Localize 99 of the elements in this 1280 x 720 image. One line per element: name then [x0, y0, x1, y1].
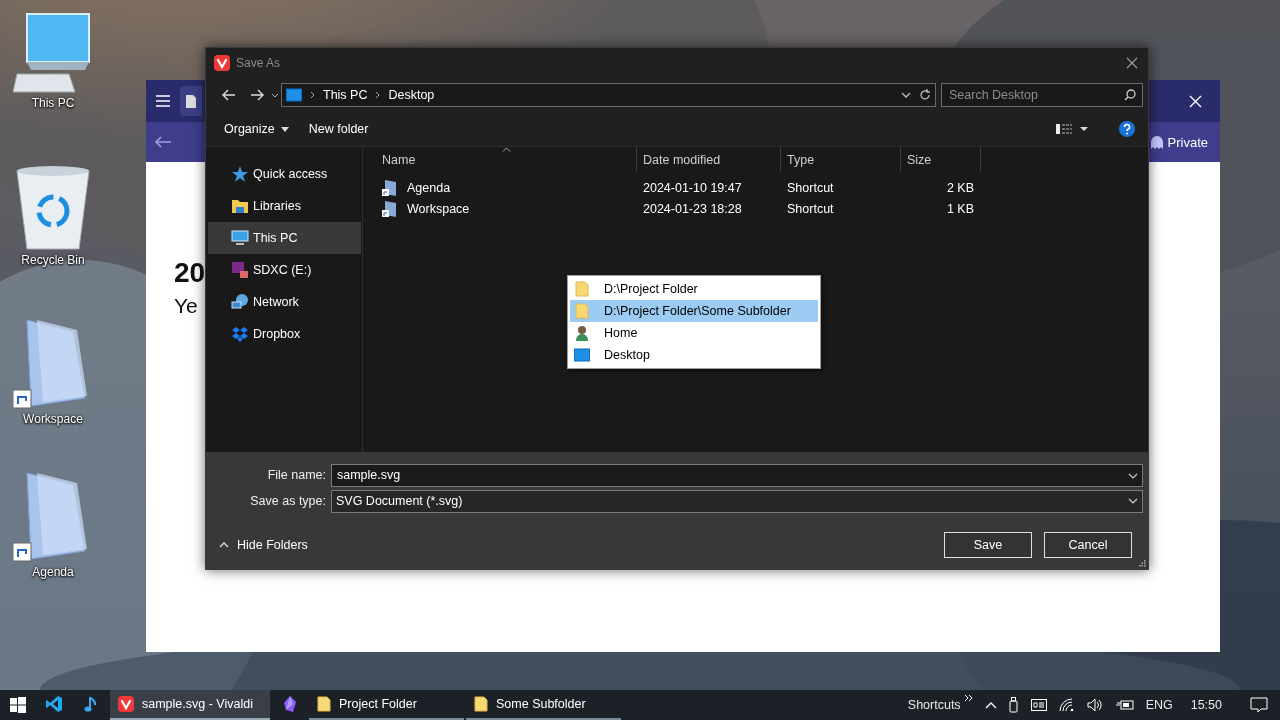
vivaldi-icon: [214, 55, 230, 71]
sd-icon: [231, 261, 249, 279]
taskbar-button[interactable]: Some Subfolder: [466, 690, 621, 720]
chevron-up-icon: [219, 542, 229, 548]
windows-start-icon[interactable]: [10, 697, 26, 713]
caret-icon[interactable]: [1128, 472, 1138, 479]
chevron-up-icon[interactable]: [984, 701, 997, 709]
table-cell-text: 2024-01-23 18:28: [642, 201, 743, 216]
cancel-button[interactable]: Cancel: [1044, 532, 1132, 558]
table-cell-text: 2 KB: [945, 180, 975, 195]
breadcrumb-item[interactable]: Desktop: [388, 88, 435, 102]
notification-icon[interactable]: [1250, 697, 1268, 713]
desktop-icon-label[interactable]: Agenda: [32, 565, 74, 579]
computer-icon[interactable]: [13, 12, 93, 94]
taskbar-button[interactable]: sample.svg - Vivaldi: [110, 690, 270, 720]
star-icon: [231, 165, 249, 183]
resize-grip-icon[interactable]: [1139, 560, 1146, 567]
forward-arrow-icon[interactable]: [250, 89, 264, 101]
usb-drive-icon[interactable]: [1008, 697, 1019, 713]
hide-folders-button[interactable]: Hide Folders: [217, 536, 310, 554]
field-label: Save as type:: [249, 494, 327, 508]
chevron-right-icon[interactable]: [310, 91, 315, 99]
window-title: Save As: [236, 56, 282, 70]
caret-icon[interactable]: [1128, 498, 1138, 504]
code-icon[interactable]: [44, 695, 63, 713]
private-label: Private: [1167, 134, 1208, 150]
clock[interactable]: 15:50: [1190, 698, 1222, 712]
folder-icon: [317, 696, 331, 712]
nav-item[interactable]: SDXC (E:): [208, 254, 361, 286]
network-icon: [231, 293, 249, 311]
nav-item[interactable]: Libraries: [208, 190, 361, 222]
file-name[interactable]: Agenda: [401, 180, 451, 195]
table-cell-text: Shortcut: [786, 180, 835, 195]
menu-item[interactable]: D:\Project Folder\Some Subfolder: [570, 300, 818, 322]
folder-icon: [474, 696, 488, 712]
breadcrumb-item[interactable]: This PC: [323, 88, 368, 102]
column-header[interactable]: Size: [901, 147, 981, 172]
new-folder-button[interactable]: New folder: [303, 119, 374, 139]
file-type-dropdown[interactable]: SVG Document (*.svg): [331, 489, 1143, 513]
table-cell-text: 2024-01-10 19:47: [642, 180, 743, 195]
browser-tab[interactable]: [180, 86, 202, 116]
toolbar-label[interactable]: Shortcuts: [907, 698, 961, 712]
table-cell-text: 1 KB: [945, 201, 975, 216]
field-label: File name:: [266, 468, 327, 482]
file-name[interactable]: Workspace: [401, 201, 470, 216]
caret-icon[interactable]: [271, 92, 279, 98]
file-name-field[interactable]: sample.svg: [331, 463, 1143, 487]
speaker-icon[interactable]: [1086, 698, 1104, 712]
taskbar-button[interactable]: Project Folder: [309, 690, 464, 720]
desktop-icon: [286, 88, 302, 102]
menu-item[interactable]: Home: [570, 322, 818, 344]
caret-icon: [280, 126, 289, 132]
column-header[interactable]: Name: [363, 147, 637, 172]
desktop-icon-label[interactable]: This PC: [31, 96, 75, 110]
page-heading: 20: [174, 256, 206, 290]
shortcut-icon: [382, 179, 396, 196]
pc-icon: [231, 230, 249, 246]
caret-icon[interactable]: [901, 92, 911, 98]
chevrons-icon[interactable]: [964, 694, 973, 702]
music-icon[interactable]: [83, 695, 98, 713]
recycle-bin-icon[interactable]: [15, 165, 91, 251]
chevron-right-icon[interactable]: [375, 91, 381, 99]
search-field[interactable]: Search Desktop: [941, 83, 1143, 107]
column-header[interactable]: Date modified: [637, 147, 781, 172]
view-options-icon[interactable]: [1056, 124, 1088, 134]
menu-item[interactable]: D:\Project Folder: [570, 278, 818, 300]
address-bar[interactable]: This PC Desktop: [281, 83, 936, 107]
nav-item[interactable]: Quick access: [208, 158, 361, 190]
user-icon: [574, 325, 590, 341]
page-subheading: Ye: [174, 293, 198, 319]
obsidian-icon[interactable]: [282, 695, 297, 713]
table-cell-text: Shortcut: [786, 201, 835, 216]
refresh-icon[interactable]: [919, 89, 931, 101]
ghost-icon: [1150, 135, 1163, 149]
search-icon: [1124, 89, 1136, 101]
desktop-icon-label[interactable]: Workspace: [23, 412, 83, 426]
nav-item[interactable]: Network: [208, 286, 361, 318]
keyboard-icon[interactable]: [1030, 699, 1047, 711]
menu-item[interactable]: Desktop: [570, 344, 818, 366]
sort-caret-icon[interactable]: [502, 147, 511, 152]
wifi-icon[interactable]: [1058, 698, 1075, 712]
library-icon: [231, 198, 249, 214]
organize-button[interactable]: Organize: [219, 119, 294, 139]
page-icon: [186, 94, 196, 108]
nav-item[interactable]: Dropbox: [208, 318, 361, 350]
dropbox-icon: [231, 325, 249, 343]
vivaldi-icon: [118, 696, 134, 712]
shortcut-icon: [382, 200, 396, 217]
column-header[interactable]: Type: [781, 147, 901, 172]
save-button[interactable]: Save: [944, 532, 1032, 558]
close-icon[interactable]: [1126, 57, 1138, 69]
desktop-icon-label[interactable]: Recycle Bin: [21, 253, 85, 267]
nav-item[interactable]: This PC: [208, 222, 361, 254]
help-icon[interactable]: [1118, 120, 1136, 138]
language-indicator[interactable]: ENG: [1145, 698, 1173, 712]
desktop-icon: [574, 348, 590, 362]
battery-icon[interactable]: [1115, 699, 1134, 711]
menu-icon[interactable]: [156, 95, 170, 107]
folder-icon: [574, 303, 590, 319]
